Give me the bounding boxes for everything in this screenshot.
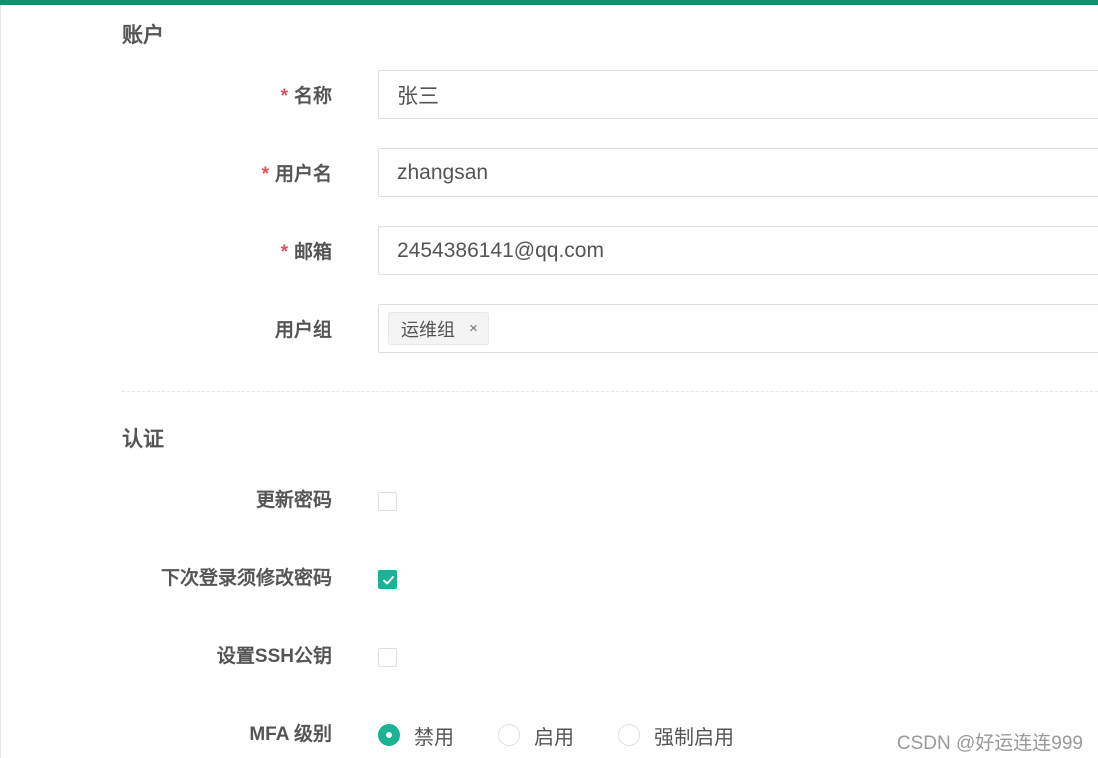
csdn-watermark: CSDN @好运连连999 xyxy=(896,733,1083,754)
name-field[interactable] xyxy=(378,70,1098,119)
email-label: * 邮箱 xyxy=(281,241,332,265)
radio-unselected-icon xyxy=(498,724,520,746)
name-label-text: 名称 xyxy=(293,86,332,107)
user-group-tag-label: 运维组 xyxy=(401,319,455,340)
radio-label: 禁用 xyxy=(414,726,454,749)
radio-label: 强制启用 xyxy=(654,726,734,749)
section-divider xyxy=(122,391,1098,392)
required-mark: * xyxy=(280,242,288,263)
radio-mfa-forced[interactable]: 强制启用 xyxy=(618,721,734,750)
required-mark: * xyxy=(261,164,269,185)
radio-unselected-icon xyxy=(618,724,640,746)
username-field[interactable] xyxy=(378,148,1098,197)
user-group-select[interactable]: 运维组 × xyxy=(378,304,1098,353)
username-label: * 用户名 xyxy=(262,163,332,187)
mfa-level-radio-group: 禁用 启用 强制启用 xyxy=(378,721,778,750)
email-field[interactable] xyxy=(378,226,1098,275)
update-password-label: 更新密码 xyxy=(255,490,332,511)
email-input[interactable] xyxy=(379,227,1077,274)
set-ssh-key-checkbox[interactable] xyxy=(378,648,397,667)
section-title-account: 账户 xyxy=(122,24,164,47)
top-accent-bar xyxy=(0,0,1098,5)
mfa-level-label: MFA 级别 xyxy=(249,724,332,745)
close-icon[interactable]: × xyxy=(469,320,478,337)
username-input[interactable] xyxy=(379,149,1077,196)
user-edit-form-page: 账户 *名称 *用户名 *邮箱 用户组 运维组 × 认证 更新密码 下次登录须修… xyxy=(0,0,1098,758)
set-ssh-key-label: 设置SSH公钥 xyxy=(216,646,332,667)
update-password-checkbox[interactable] xyxy=(378,492,397,511)
required-mark: * xyxy=(280,86,288,107)
user-group-tag: 运维组 × xyxy=(388,312,489,345)
check-icon xyxy=(383,576,394,585)
change-password-next-login-checkbox[interactable] xyxy=(378,570,397,589)
radio-selected-icon xyxy=(378,724,400,746)
email-label-text: 邮箱 xyxy=(293,242,332,263)
radio-label: 启用 xyxy=(534,726,574,749)
username-label-text: 用户名 xyxy=(274,164,332,185)
name-label: * 名称 xyxy=(281,85,332,109)
user-group-label: 用户组 xyxy=(275,319,332,343)
change-password-next-login-label: 下次登录须修改密码 xyxy=(160,568,332,589)
radio-mfa-disabled[interactable]: 禁用 xyxy=(378,721,454,750)
name-input[interactable] xyxy=(379,71,1077,118)
left-border xyxy=(0,5,1,758)
user-group-label-text: 用户组 xyxy=(274,320,332,341)
section-title-auth: 认证 xyxy=(122,428,164,451)
radio-mfa-enabled[interactable]: 启用 xyxy=(498,721,574,750)
